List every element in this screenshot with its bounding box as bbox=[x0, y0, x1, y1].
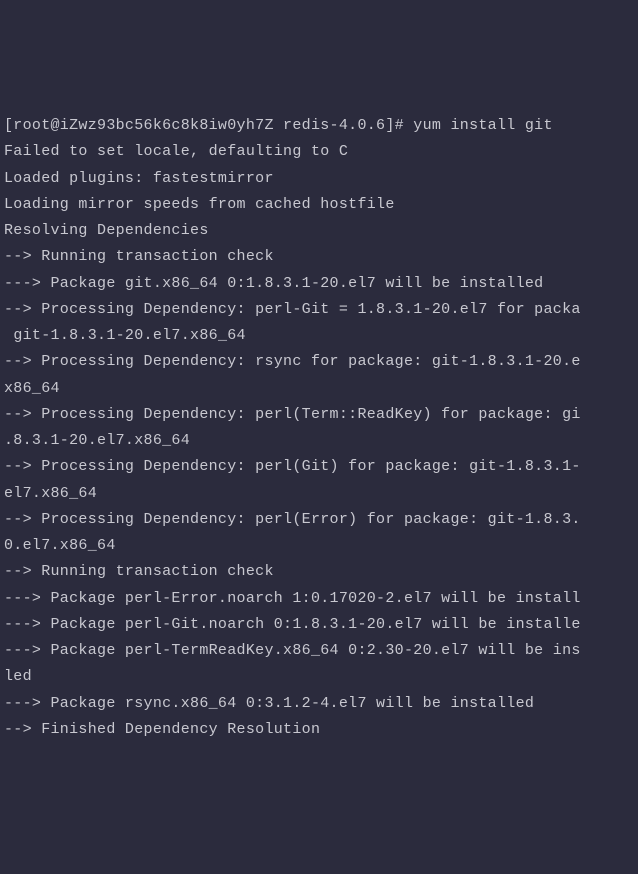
terminal-line: 0.el7.x86_64 bbox=[4, 533, 634, 559]
terminal-line: ---> Package rsync.x86_64 0:3.1.2-4.el7 … bbox=[4, 691, 634, 717]
terminal-line: git-1.8.3.1-20.el7.x86_64 bbox=[4, 323, 634, 349]
terminal-line: --> Processing Dependency: perl-Git = 1.… bbox=[4, 297, 634, 323]
terminal-line: ---> Package perl-Git.noarch 0:1.8.3.1-2… bbox=[4, 612, 634, 638]
terminal-line: [root@iZwz93bc56k6c8k8iw0yh7Z redis-4.0.… bbox=[4, 113, 634, 139]
terminal-line: led bbox=[4, 664, 634, 690]
terminal-line: --> Processing Dependency: perl(Git) for… bbox=[4, 454, 634, 480]
terminal-line: Loaded plugins: fastestmirror bbox=[4, 166, 634, 192]
terminal-line: .8.3.1-20.el7.x86_64 bbox=[4, 428, 634, 454]
terminal-line: Resolving Dependencies bbox=[4, 218, 634, 244]
terminal-line: --> Processing Dependency: rsync for pac… bbox=[4, 349, 634, 375]
terminal-line: Loading mirror speeds from cached hostfi… bbox=[4, 192, 634, 218]
terminal-line: el7.x86_64 bbox=[4, 481, 634, 507]
terminal-line: ---> Package git.x86_64 0:1.8.3.1-20.el7… bbox=[4, 271, 634, 297]
terminal-line: ---> Package perl-TermReadKey.x86_64 0:2… bbox=[4, 638, 634, 664]
terminal-output: [root@iZwz93bc56k6c8k8iw0yh7Z redis-4.0.… bbox=[4, 113, 634, 743]
terminal-line: Failed to set locale, defaulting to C bbox=[4, 139, 634, 165]
terminal-line: --> Running transaction check bbox=[4, 559, 634, 585]
terminal-line: --> Processing Dependency: perl(Term::Re… bbox=[4, 402, 634, 428]
terminal-line: --> Running transaction check bbox=[4, 244, 634, 270]
terminal-line: ---> Package perl-Error.noarch 1:0.17020… bbox=[4, 586, 634, 612]
terminal-line: x86_64 bbox=[4, 376, 634, 402]
terminal-line: --> Finished Dependency Resolution bbox=[4, 717, 634, 743]
terminal-line: --> Processing Dependency: perl(Error) f… bbox=[4, 507, 634, 533]
